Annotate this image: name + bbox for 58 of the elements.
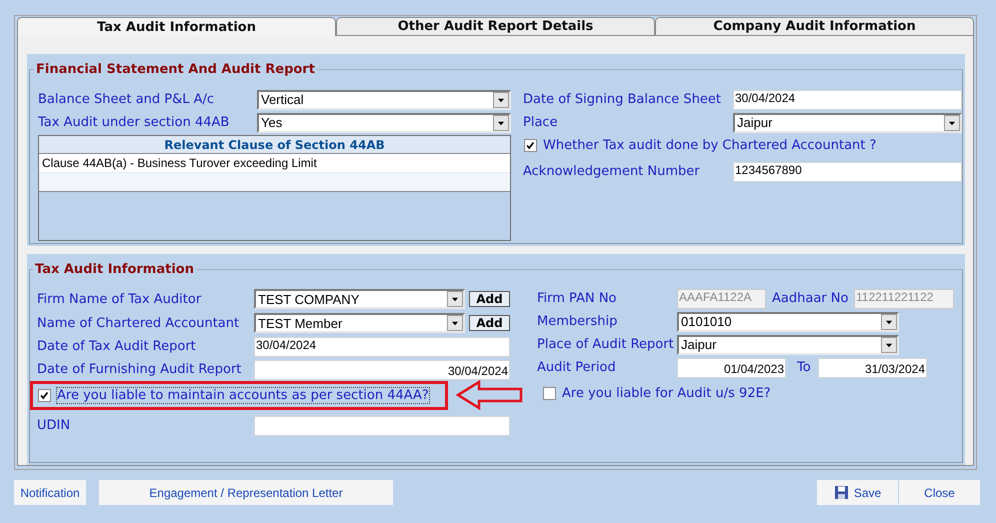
- input-field[interactable]: 30/04/2024: [733, 90, 962, 110]
- caret-icon[interactable]: [881, 336, 897, 352]
- checkbox[interactable]: [543, 387, 556, 400]
- field-label: To: [796, 360, 812, 375]
- checkbox-label[interactable]: Are you liable to maintain accounts as per section 44AA?: [57, 388, 429, 403]
- caret-icon[interactable]: [493, 114, 509, 130]
- tab[interactable]: Company Audit Information: [655, 17, 974, 36]
- input-field[interactable]: [254, 416, 510, 436]
- field-label: Balance Sheet and P&L A/c: [38, 92, 216, 107]
- field-label: Tax Audit under section 44AB: [38, 115, 230, 130]
- dropdown[interactable]: Yes: [257, 112, 511, 132]
- input-field[interactable]: 01/04/2023: [677, 358, 786, 378]
- checkbox-label[interactable]: Are you liable for Audit u/s 92E?: [562, 386, 771, 401]
- empty-table-row[interactable]: [39, 173, 510, 192]
- footer-button[interactable]: Close: [899, 480, 980, 505]
- field-label: Date of Signing Balance Sheet: [523, 92, 722, 107]
- dropdown[interactable]: Jaipur: [733, 112, 962, 132]
- checkbox[interactable]: [38, 389, 51, 402]
- caret-icon[interactable]: [447, 315, 463, 331]
- field-label: Audit Period: [537, 360, 617, 375]
- footer-button[interactable]: Engagement / Representation Letter: [99, 480, 393, 505]
- tab[interactable]: Tax Audit Information: [17, 17, 336, 36]
- footer-button[interactable]: Notification: [14, 480, 86, 505]
- dropdown[interactable]: TEST COMPANY: [254, 289, 465, 309]
- group-title: Tax Audit Information: [34, 262, 195, 277]
- add-button[interactable]: Add: [469, 291, 510, 307]
- table-cell[interactable]: Clause 44AB(a) - Business Turover exceeding Limit: [39, 154, 510, 173]
- input-field[interactable]: 30/04/2024: [254, 336, 510, 356]
- field-label: Membership: [537, 314, 618, 329]
- field-label: Firm Name of Tax Auditor: [37, 292, 202, 306]
- checkbox-label[interactable]: Whether Tax audit done by Chartered Accountant ?: [543, 138, 876, 153]
- caret-icon[interactable]: [447, 291, 463, 307]
- field-label: Date of Tax Audit Report: [37, 339, 197, 354]
- save-icon: [834, 485, 849, 500]
- save-button[interactable]: Save: [817, 480, 898, 505]
- field-label: Aadhaar No: [771, 291, 850, 306]
- checkbox[interactable]: [524, 139, 537, 152]
- input-field[interactable]: 30/04/2024: [254, 360, 510, 380]
- field-label: Place of Audit Report: [537, 337, 675, 352]
- field-label: UDIN: [37, 418, 72, 433]
- input-field[interactable]: 1234567890: [733, 162, 962, 182]
- dropdown[interactable]: 0101010: [677, 312, 899, 332]
- dropdown[interactable]: Jaipur: [677, 334, 899, 354]
- add-button[interactable]: Add: [469, 315, 510, 331]
- field-label: Firm PAN No: [537, 291, 618, 306]
- field-label: Date of Furnishing Audit Report: [37, 362, 242, 377]
- field-label: Place: [523, 115, 559, 130]
- tab[interactable]: Other Audit Report Details: [336, 17, 655, 36]
- caret-icon[interactable]: [944, 114, 960, 130]
- table-header: Relevant Clause of Section 44AB: [39, 136, 510, 154]
- group-title: Financial Statement And Audit Report: [35, 62, 316, 77]
- dropdown[interactable]: Vertical: [257, 90, 511, 110]
- caret-icon[interactable]: [881, 314, 897, 330]
- field-label: Name of Chartered Accountant: [37, 316, 240, 330]
- field-label: Acknowledgement Number: [523, 164, 701, 179]
- dropdown[interactable]: TEST Member: [254, 313, 465, 333]
- caret-icon[interactable]: [493, 92, 509, 108]
- input-field[interactable]: 31/03/2024: [818, 358, 927, 378]
